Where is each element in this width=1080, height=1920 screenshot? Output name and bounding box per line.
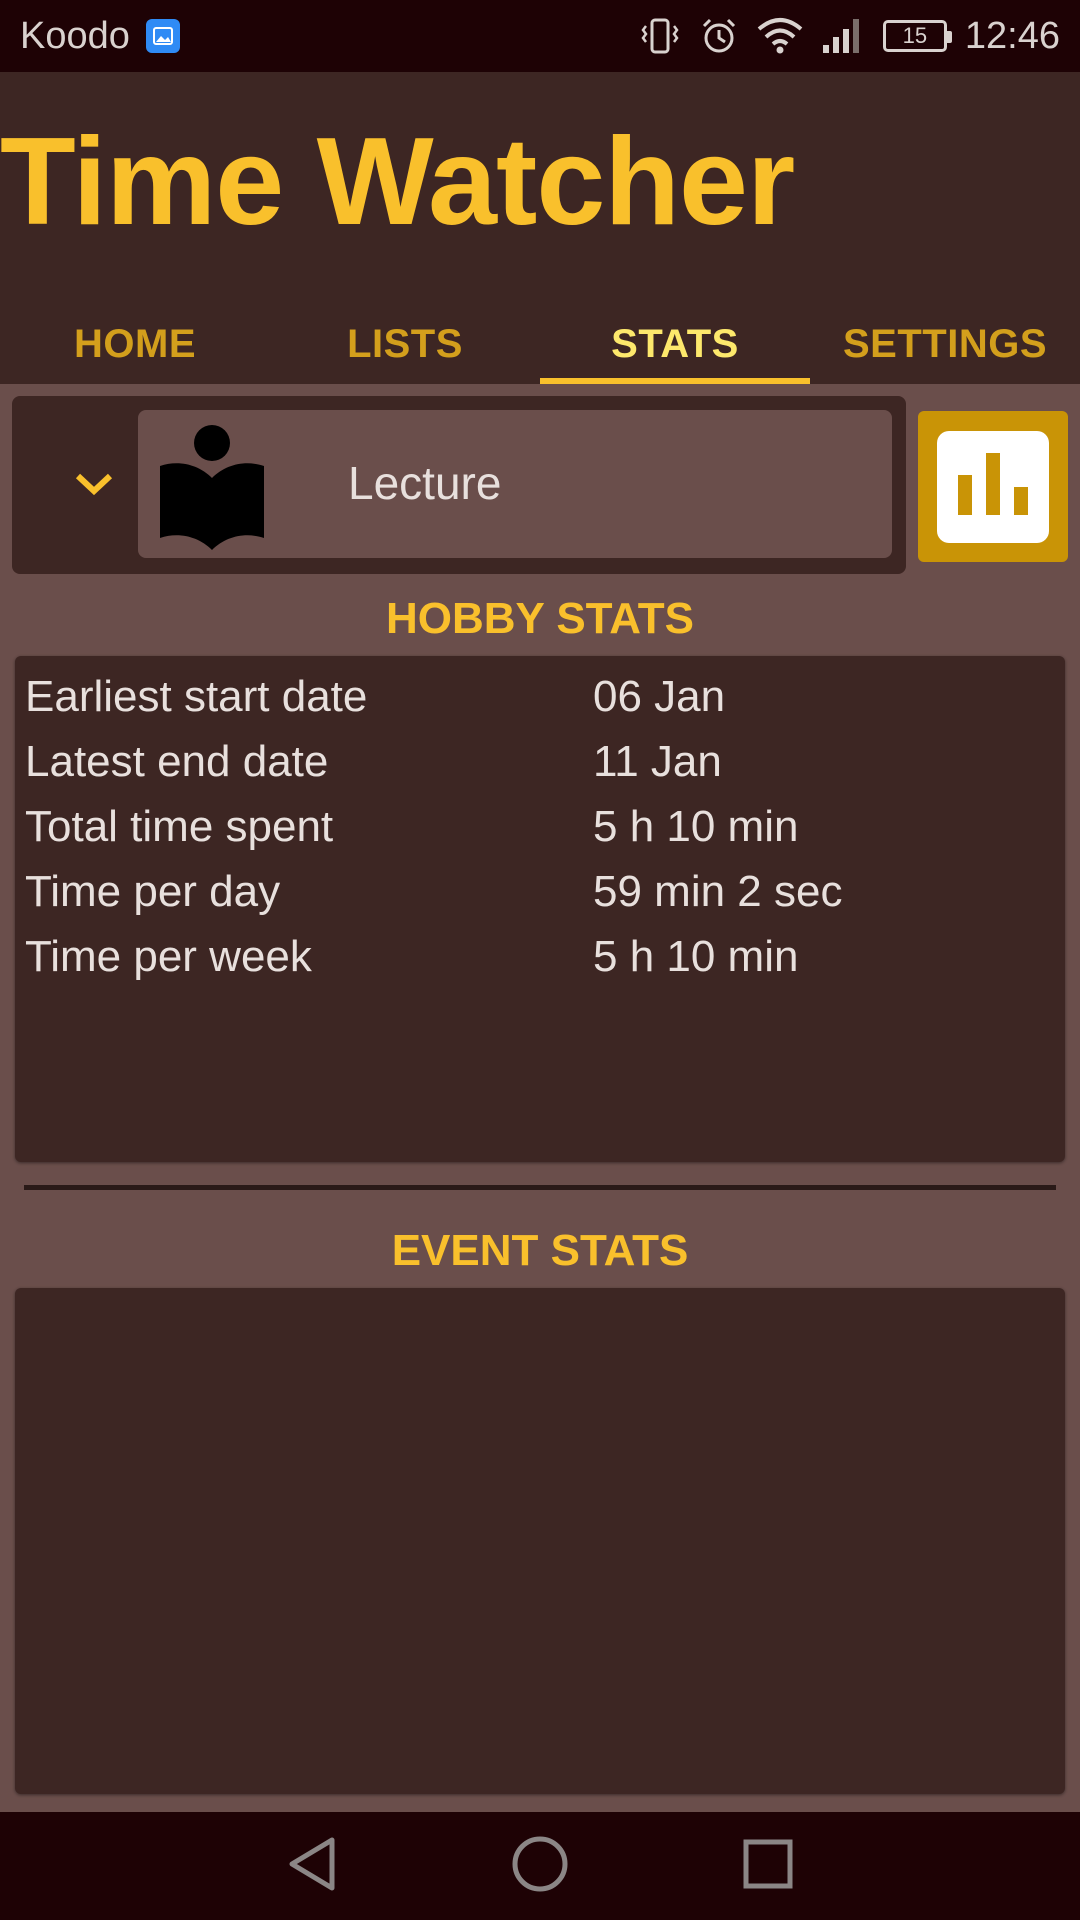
system-nav-bar (0, 1812, 1080, 1920)
signal-icon (821, 17, 865, 55)
status-bar-right: 15 12:46 (639, 15, 1060, 58)
status-bar: Koodo 15 12:46 (0, 0, 1080, 72)
home-circle-icon[interactable] (510, 1834, 570, 1899)
stat-label: Earliest start date (25, 672, 368, 721)
stat-value: 59 min 2 sec (593, 867, 843, 916)
stats-chart-button[interactable] (918, 411, 1068, 562)
tab-label: LISTS (347, 322, 463, 366)
stat-label: Total time spent (25, 802, 334, 851)
section-divider (24, 1185, 1056, 1190)
stat-label: Time per week (25, 932, 312, 981)
event-stats-panel (15, 1288, 1065, 1794)
hobby-name: Lecture (348, 457, 502, 509)
event-stats-title: EVENT STATS (391, 1226, 689, 1275)
battery-icon: 15 (882, 20, 952, 52)
stat-value: 5 h 10 min (593, 802, 799, 851)
status-bar-left: Koodo (20, 15, 180, 58)
image-notification-icon (145, 19, 180, 53)
stat-value: 06 Jan (593, 672, 726, 721)
tab-label: SETTINGS (842, 322, 1048, 366)
app-header: Time Watcher HOME LISTS STATS SETTINGS (0, 72, 1080, 384)
tab-lists[interactable]: LISTS (270, 302, 540, 384)
tab-label: HOME (74, 322, 196, 366)
chevron-down-icon[interactable] (62, 458, 126, 510)
back-icon[interactable] (284, 1834, 340, 1899)
recents-square-icon[interactable] (740, 1836, 796, 1897)
clock: 12:46 (964, 14, 1060, 57)
tab-settings[interactable]: SETTINGS (810, 302, 1080, 384)
wifi-icon (757, 17, 803, 55)
tab-bar: HOME LISTS STATS SETTINGS (0, 302, 1080, 384)
tab-label: STATS (611, 322, 739, 366)
carrier-label: Koodo (20, 14, 130, 57)
book-reader-icon (160, 425, 264, 550)
bar-chart-icon (937, 430, 1049, 543)
tab-stats[interactable]: STATS (540, 302, 810, 384)
stat-label: Time per day (25, 867, 281, 916)
hobby-stats-panel: Earliest start date 06 Jan Latest end da… (15, 656, 1065, 1162)
selected-hobby[interactable]: Lecture (138, 410, 892, 558)
alarm-icon (699, 16, 739, 56)
stat-value: 11 Jan (593, 737, 722, 786)
vibrate-icon (639, 16, 681, 56)
hobby-stats-title: HOBBY STATS (385, 594, 695, 643)
battery-level: 15 (902, 23, 928, 48)
hobby-selector[interactable]: Lecture (12, 396, 906, 574)
stat-value: 5 h 10 min (593, 932, 799, 981)
app-title: Time Watcher (0, 113, 795, 251)
tab-home[interactable]: HOME (0, 302, 270, 384)
stat-label: Latest end date (25, 737, 329, 786)
